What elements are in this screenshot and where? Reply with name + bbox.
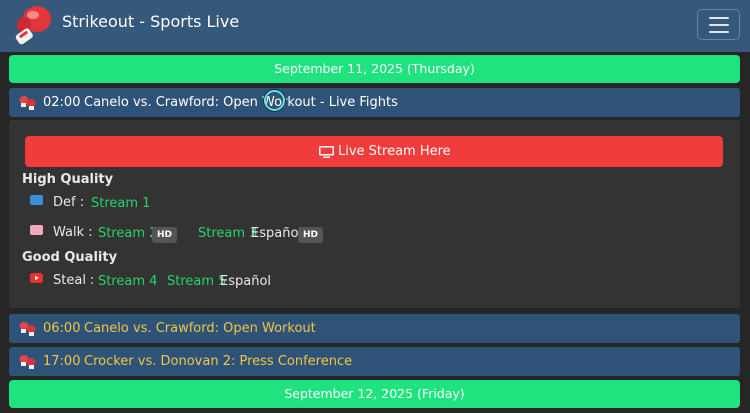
language-label: Español xyxy=(220,274,272,289)
touch-indicator xyxy=(264,90,285,111)
boxing-gloves-icon xyxy=(19,322,36,336)
event-title[interactable]: Crocker vs. Donovan 2: Press Conference xyxy=(84,347,352,376)
quality-heading: High Quality xyxy=(22,172,114,187)
source-label: Def : xyxy=(53,195,85,210)
event-title[interactable]: Canelo vs. Crawford: Open Workout xyxy=(84,314,316,343)
event-time: 06:00 xyxy=(43,321,81,336)
date-header: September 11, 2025 (Thursday) xyxy=(9,55,740,83)
hd-badge: HD xyxy=(152,227,178,243)
event-time: 17:00 xyxy=(43,354,81,369)
language-label: Español xyxy=(251,226,303,241)
hamburger-line xyxy=(709,17,729,19)
event-time: 02:00 xyxy=(43,95,81,110)
top-navbar: Strikeout - Sports Live xyxy=(0,0,750,52)
youtube-icon xyxy=(30,273,43,283)
hd-badge: HD xyxy=(298,227,324,243)
boxing-gloves-icon xyxy=(19,96,36,110)
hamburger-menu-button[interactable] xyxy=(697,9,740,40)
hamburger-line xyxy=(709,31,729,33)
source-label: Walk : xyxy=(53,225,93,240)
pink-player-icon xyxy=(30,225,43,235)
date-header: September 12, 2025 (Friday) xyxy=(9,380,740,408)
live-stream-label: Live Stream Here xyxy=(338,144,451,159)
live-stream-button[interactable]: Live Stream Here xyxy=(25,136,723,167)
event-row[interactable]: 17:00 Crocker vs. Donovan 2: Press Confe… xyxy=(9,347,740,376)
event-row[interactable]: 02:00 Canelo vs. Crawford: Open Workout … xyxy=(9,88,740,117)
event-row[interactable]: 06:00 Canelo vs. Crawford: Open Workout xyxy=(9,314,740,343)
source-label: Steal : xyxy=(53,273,95,288)
stream-link[interactable]: Stream 5 xyxy=(167,274,226,289)
boxing-glove-icon[interactable] xyxy=(11,2,55,46)
video-camera-icon xyxy=(30,195,43,205)
stream-link[interactable]: Stream 3 xyxy=(198,226,257,241)
boxing-gloves-icon xyxy=(19,355,36,369)
event-title[interactable]: Canelo vs. Crawford: Open Workout - Live… xyxy=(84,88,398,117)
site-title[interactable]: Strikeout - Sports Live xyxy=(62,12,239,31)
stream-link[interactable]: Stream 1 xyxy=(91,196,150,211)
hamburger-line xyxy=(709,24,729,26)
stream-link[interactable]: Stream 4 xyxy=(98,274,157,289)
quality-heading: Good Quality xyxy=(22,250,118,265)
monitor-icon xyxy=(319,146,334,158)
stream-link[interactable]: Stream 2 xyxy=(98,226,157,241)
